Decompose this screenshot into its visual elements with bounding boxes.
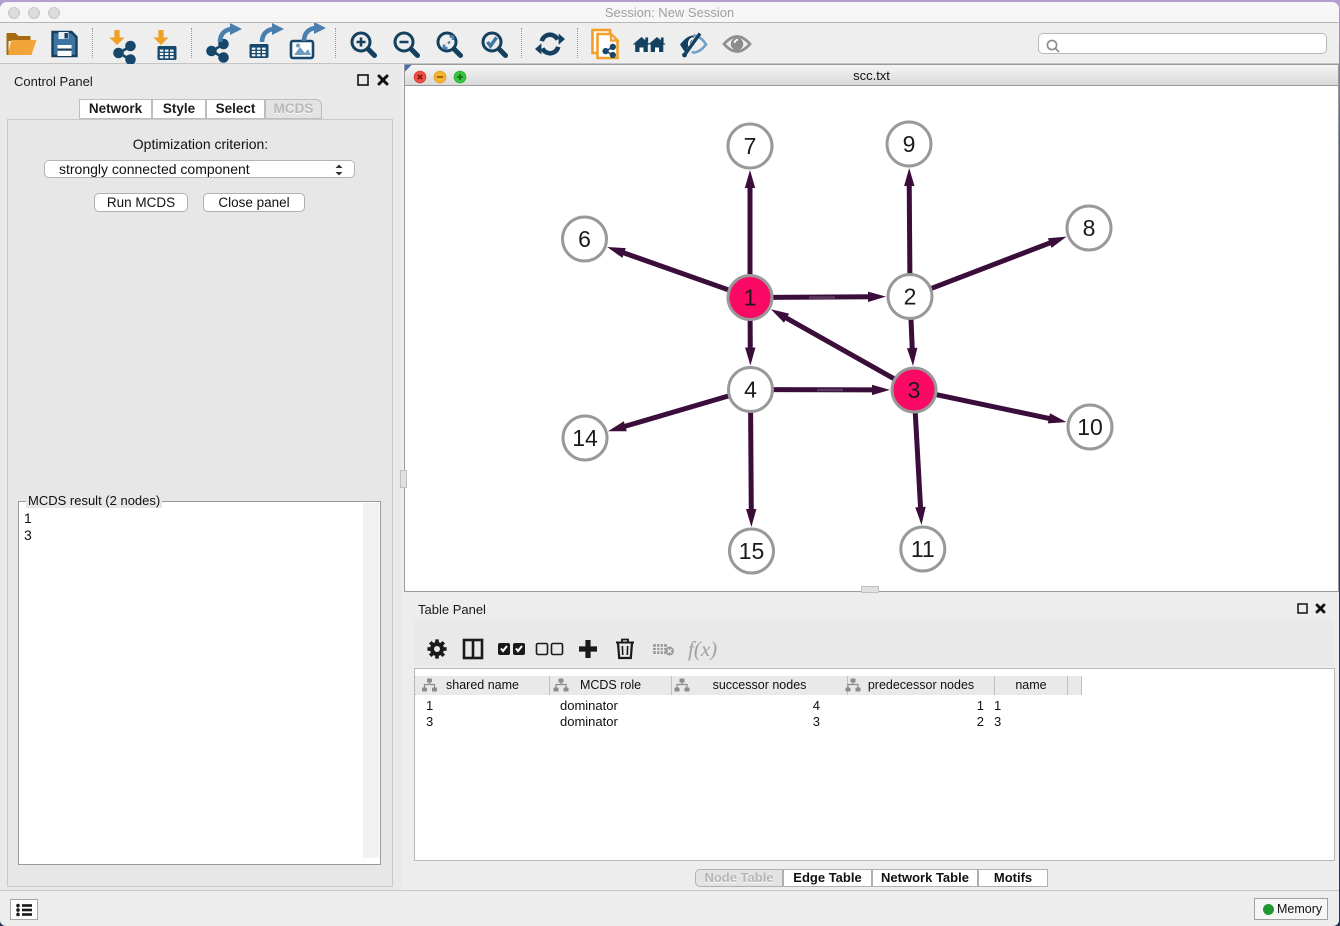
svg-text:7: 7 [744, 133, 757, 159]
svg-text:9: 9 [903, 131, 916, 157]
svg-text:1: 1 [744, 285, 757, 311]
svg-text:6: 6 [578, 226, 591, 252]
svg-text:15: 15 [739, 538, 765, 564]
svg-text:8: 8 [1083, 215, 1096, 241]
svg-text:f(x): f(x) [688, 637, 717, 661]
svg-text:11: 11 [911, 536, 935, 562]
svg-text:2: 2 [904, 284, 917, 310]
svg-text:14: 14 [572, 425, 598, 451]
svg-text:3: 3 [908, 377, 921, 403]
svg-text:4: 4 [744, 377, 757, 403]
svg-text:10: 10 [1077, 414, 1103, 440]
